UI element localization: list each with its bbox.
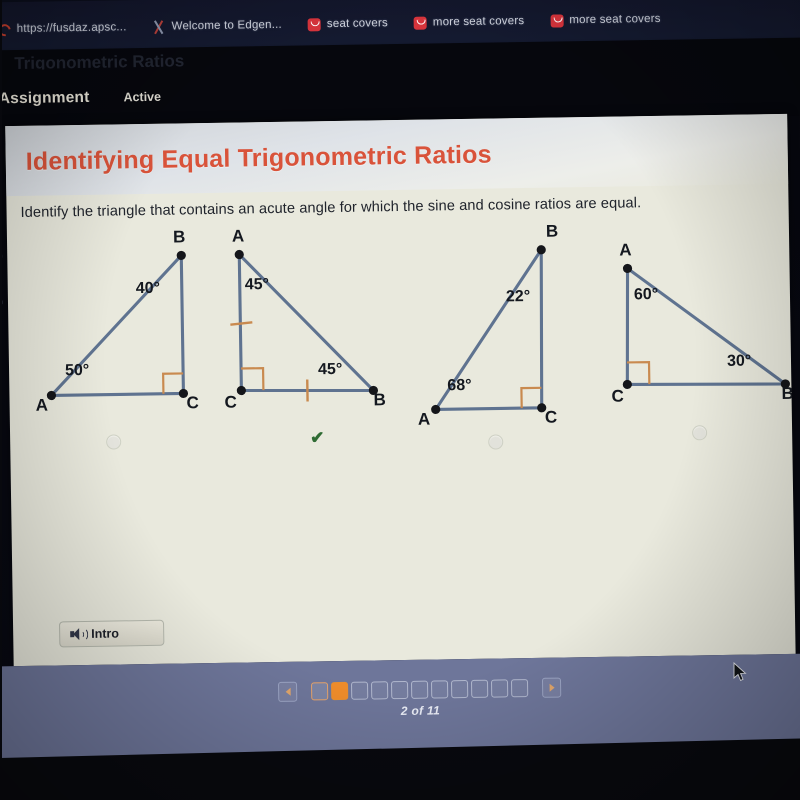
answer-choices: B A C 40° 50° A C B 45° 45° ✔ B A C 22° … <box>7 222 794 476</box>
angle-label-B: 40° <box>135 279 161 298</box>
tab-fusdaz[interactable]: https://fusdaz.apsc... <box>0 21 127 36</box>
pagination <box>277 677 562 702</box>
breadcrumb-assignment[interactable]: Assignment <box>0 89 90 108</box>
angle-label-B: 22° <box>505 287 531 306</box>
vertex-label-B: B <box>172 227 186 247</box>
radio-choice-4[interactable] <box>692 425 708 441</box>
radio-choice-3[interactable] <box>488 434 504 450</box>
intro-audio-button[interactable]: Intro <box>59 619 165 648</box>
intro-button-label: Intro <box>91 626 120 641</box>
page-box-6[interactable] <box>410 680 429 699</box>
angle-label-A: 68° <box>447 376 472 395</box>
vertex-label-B: B <box>545 221 559 241</box>
angle-label-B: 45° <box>317 360 343 379</box>
page-box-11[interactable] <box>510 679 529 698</box>
vertex-label-B: B <box>373 390 386 410</box>
vertex-label-C: C <box>611 386 624 406</box>
status-badge: Active <box>123 89 162 105</box>
page-box-2[interactable] <box>330 681 349 701</box>
page-box-7[interactable] <box>430 680 449 699</box>
angle-label-B: 30° <box>726 352 752 370</box>
vertex-label-C: C <box>186 393 200 413</box>
page-box-10[interactable] <box>490 679 509 698</box>
laptop-screen: https://fusdaz.apsc... Welcome to Edgen.… <box>0 0 800 763</box>
tab-label: https://fusdaz.apsc... <box>16 21 127 35</box>
prev-page-button[interactable] <box>277 681 298 702</box>
vertex-label-A: A <box>417 409 431 429</box>
angle-label-A: 45° <box>244 276 270 294</box>
answer-choice-3[interactable]: B A C 22° 68° <box>411 222 605 470</box>
answer-choice-4[interactable]: A C B 60° 30° <box>593 224 794 467</box>
page-counter: 2 of 11 <box>400 703 441 719</box>
tab-label: seat covers <box>326 17 388 31</box>
answer-choice-2[interactable]: A C B 45° 45° ✔ <box>211 226 405 473</box>
pinterest-favicon-icon <box>307 17 321 31</box>
page-box-5[interactable] <box>390 680 409 700</box>
page-box-8[interactable] <box>450 679 469 699</box>
vertex-label-A: A <box>231 226 245 246</box>
x-favicon-icon <box>152 20 165 33</box>
tab-seat-covers[interactable]: seat covers <box>307 17 388 31</box>
page-box-1[interactable] <box>310 682 329 701</box>
question-text: Identify the triangle that contains an a… <box>20 195 642 221</box>
speaker-icon <box>70 627 89 642</box>
radio-choice-1[interactable] <box>106 434 122 450</box>
selected-checkmark-icon: ✔ <box>310 428 325 448</box>
angle-label-A: 60° <box>633 285 659 304</box>
tab-edgenuity[interactable]: Welcome to Edgen... <box>152 18 282 33</box>
vertex-label-C: C <box>544 407 558 427</box>
pinterest-favicon-icon <box>413 16 427 30</box>
vertex-label-A: A <box>619 240 632 260</box>
lesson-card: Identifying Equal Trigonometric Ratios I… <box>5 113 796 667</box>
triangle-diagram-1 <box>46 250 189 401</box>
photo-of-screen: https://fusdaz.apsc... Welcome to Edgen.… <box>0 0 800 800</box>
pinterest-favicon-icon <box>550 13 564 28</box>
vertex-label-B: B <box>781 383 794 404</box>
screen-bezel-left <box>0 0 2 800</box>
vertex-label-A: A <box>35 395 49 415</box>
vertex-label-C: C <box>224 392 238 412</box>
tab-label: more seat covers <box>569 12 661 27</box>
tab-more-seat-covers-1[interactable]: more seat covers <box>413 15 525 30</box>
triangle-diagram-3 <box>431 245 547 415</box>
tab-label: Welcome to Edgen... <box>171 18 282 33</box>
breadcrumb: Assignment Active <box>0 88 161 109</box>
page-box-3[interactable] <box>350 681 369 700</box>
page-box-9[interactable] <box>470 679 489 698</box>
answer-choice-1[interactable]: B A C 40° 50° <box>21 227 215 476</box>
next-page-button[interactable] <box>541 677 562 698</box>
tab-label: more seat covers <box>432 15 525 29</box>
page-box-4[interactable] <box>370 681 389 700</box>
tab-more-seat-covers-2[interactable]: more seat covers <box>550 12 661 28</box>
angle-label-A: 50° <box>64 361 90 380</box>
mouse-cursor <box>733 662 747 682</box>
